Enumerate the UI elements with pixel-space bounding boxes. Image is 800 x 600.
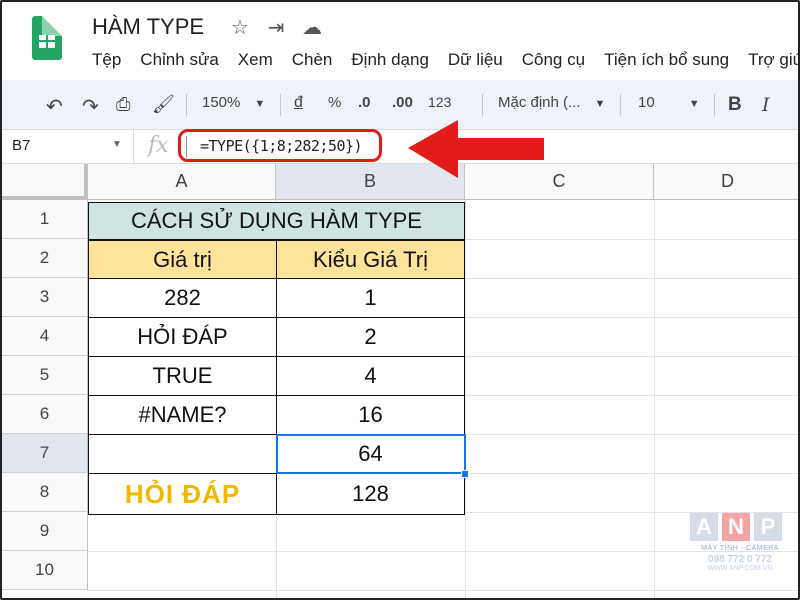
- header-cell-a2[interactable]: Giá trị: [88, 240, 277, 279]
- hoi-dap-logo: HỎI ĐÁP: [124, 478, 241, 509]
- chevron-down-icon[interactable]: ▼: [112, 139, 122, 150]
- undo-icon[interactable]: ↶: [46, 94, 63, 119]
- formula-highlight-box: [178, 129, 382, 162]
- cell-a3[interactable]: 282: [88, 278, 277, 318]
- anp-letter-n: N: [722, 513, 750, 541]
- anp-watermark: A N P MÁY TÍNH - CAMERA 098 772 0 772 WW…: [690, 513, 790, 589]
- row-header-4[interactable]: 4: [2, 317, 88, 356]
- cell-b5[interactable]: 4: [276, 356, 465, 396]
- row-header-5[interactable]: 5: [2, 356, 88, 395]
- paint-format-icon[interactable]: 🖌: [152, 94, 175, 115]
- anp-letter-a: A: [690, 513, 718, 541]
- cell-reference: B7: [12, 137, 31, 154]
- menu-help[interactable]: Trợ giú: [748, 50, 798, 70]
- cell-a6[interactable]: #NAME?: [88, 395, 277, 435]
- redo-icon[interactable]: ↷: [82, 94, 99, 119]
- cell-b8[interactable]: 128: [276, 473, 465, 515]
- decrease-decimal-button[interactable]: .0: [358, 94, 371, 111]
- fill-handle[interactable]: [461, 470, 469, 478]
- row-header-3[interactable]: 3: [2, 278, 88, 317]
- anp-letter-p: P: [754, 513, 782, 541]
- header-cell-b2[interactable]: Kiểu Giá Trị: [276, 240, 465, 279]
- anp-tagline: MÁY TÍNH - CAMERA: [701, 545, 779, 552]
- row-header-7[interactable]: 7: [2, 434, 88, 473]
- increase-decimal-button[interactable]: .00: [392, 94, 413, 111]
- zoom-select[interactable]: 150% ▼: [202, 94, 265, 111]
- name-box[interactable]: B7 ▼: [2, 130, 134, 163]
- italic-button[interactable]: I: [762, 94, 770, 116]
- select-all-corner[interactable]: [2, 164, 88, 200]
- menu-file[interactable]: Tệp: [92, 50, 121, 70]
- row-header-2[interactable]: 2: [2, 239, 88, 278]
- font-size-select[interactable]: 10 ▼: [638, 94, 700, 111]
- row-header-1[interactable]: 1: [2, 200, 88, 239]
- star-icon[interactable]: ☆: [228, 15, 252, 40]
- menu-tools[interactable]: Công cụ: [522, 50, 585, 70]
- menu-data[interactable]: Dữ liệu: [448, 50, 503, 70]
- menu-insert[interactable]: Chèn: [292, 50, 333, 70]
- percent-format-button[interactable]: %: [328, 94, 341, 111]
- app-window: HÀM TYPE ☆ ⇥ ☁ Tệp Chỉnh sửa Xem Chèn Đị…: [0, 0, 800, 600]
- cell-b4[interactable]: 2: [276, 317, 465, 357]
- sheets-logo-icon[interactable]: [32, 16, 62, 60]
- cell-a5[interactable]: TRUE: [88, 356, 277, 396]
- move-folder-icon[interactable]: ⇥: [264, 15, 288, 40]
- bold-button[interactable]: B: [728, 94, 742, 116]
- title-cell-a1[interactable]: CÁCH SỬ DỤNG HÀM TYPE: [88, 202, 465, 240]
- row-header-9[interactable]: 9: [2, 512, 88, 551]
- cell-b3[interactable]: 1: [276, 278, 465, 318]
- cell-a4[interactable]: HỎI ĐÁP: [88, 317, 277, 357]
- menu-addons[interactable]: Tiện ích bổ sung: [604, 50, 729, 70]
- red-arrow-icon: [408, 120, 544, 178]
- selected-cell-outline: [276, 434, 466, 474]
- fx-icon: fx: [148, 133, 169, 158]
- app-header: HÀM TYPE ☆ ⇥ ☁ Tệp Chỉnh sửa Xem Chèn Đị…: [2, 2, 798, 80]
- row-header-8[interactable]: 8: [2, 473, 88, 512]
- currency-format-button[interactable]: đ: [294, 94, 303, 112]
- cell-a7[interactable]: [88, 434, 277, 474]
- cell-a8[interactable]: HỎI ĐÁP: [88, 473, 277, 515]
- menu-bar: Tệp Chỉnh sửa Xem Chèn Định dạng Dữ liệu…: [92, 50, 798, 70]
- menu-format[interactable]: Định dạng: [351, 50, 429, 70]
- cell-b6[interactable]: 16: [276, 395, 465, 435]
- menu-view[interactable]: Xem: [238, 50, 273, 70]
- font-select[interactable]: Mặc định (... ▼: [498, 94, 605, 111]
- row-header-10[interactable]: 10: [2, 551, 88, 590]
- anp-phone: 098 772 0 772: [708, 554, 772, 565]
- number-format-select[interactable]: 123: [428, 94, 451, 110]
- menu-edit[interactable]: Chỉnh sửa: [140, 50, 218, 70]
- spreadsheet-grid: A B C D 1 2 3 4 5 6 7 8 9 10 CÁCH SỬ DỤN…: [2, 164, 798, 598]
- cloud-status-icon[interactable]: ☁: [300, 15, 324, 40]
- anp-website: WWW.ANP.COM.VN: [707, 565, 773, 572]
- print-icon[interactable]: ⎙: [116, 94, 130, 115]
- column-header-d[interactable]: D: [654, 164, 798, 200]
- document-title[interactable]: HÀM TYPE: [92, 14, 204, 40]
- row-header-6[interactable]: 6: [2, 395, 88, 434]
- column-header-a[interactable]: A: [88, 164, 276, 200]
